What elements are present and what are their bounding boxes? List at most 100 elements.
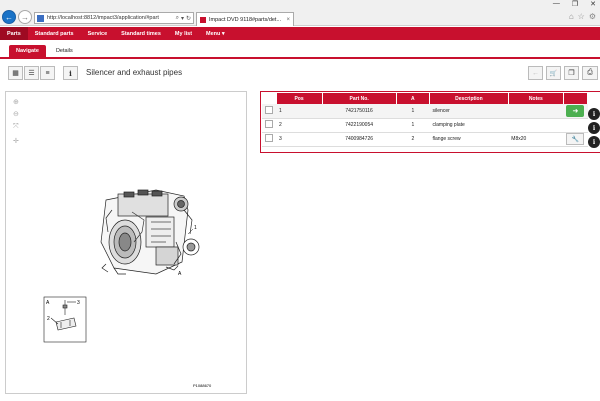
header-part-no[interactable]: Part No. [322, 93, 397, 104]
url-text[interactable]: http://localhost:8812/impact3/applicatio… [47, 15, 174, 21]
select-column-header [262, 93, 277, 104]
info-icon: i [69, 68, 72, 78]
refresh-icon[interactable]: ↻ [186, 15, 191, 22]
tab-favicon-icon [200, 16, 206, 23]
exploded-view-drawing: 1 A A 3 2 P1088670 [43, 189, 212, 388]
table-row[interactable]: 3 7400984726 2 flange screw M8x20 🔧 [262, 132, 588, 147]
cell-a: 2 [396, 132, 430, 147]
callout-a-label[interactable]: A [178, 271, 182, 277]
back-button[interactable]: ← [2, 10, 16, 24]
wrench-icon: 🔧 [571, 136, 580, 143]
cell-description: silencer [429, 104, 509, 119]
row-checkbox-cell [262, 104, 276, 119]
nav-standard-parts[interactable]: Standard parts [28, 27, 81, 40]
cell-notes [508, 104, 564, 119]
header-pos[interactable]: Pos [276, 93, 323, 104]
nav-menu[interactable]: Menu ▾ [199, 27, 232, 40]
detail-3-label[interactable]: 3 [77, 300, 80, 306]
tab-navigate[interactable]: Navigate [9, 45, 46, 57]
detail-2-label[interactable]: 2 [47, 316, 50, 322]
cell-notes [508, 118, 564, 133]
previous-button[interactable]: ← [528, 66, 543, 80]
page-icon [37, 14, 44, 22]
home-icon[interactable]: ⌂ [569, 12, 574, 21]
print-button[interactable]: ⎙ [582, 66, 598, 80]
nav-parts[interactable]: Parts [0, 27, 28, 40]
toolbar: ▦ ☰ ≡ i Silencer and exhaust pipes ← 🛒 ❐… [0, 61, 600, 85]
nav-standard-times[interactable]: Standard times [114, 27, 168, 40]
rows-icon: ≡ [45, 69, 50, 77]
row-checkbox[interactable] [265, 105, 273, 114]
main-navigation: Parts Standard parts Service Standard ti… [0, 27, 600, 40]
close-window-button[interactable]: ✕ [590, 0, 596, 10]
browser-chrome: — ❐ ✕ ← → http://localhost:8812/impact3/… [0, 0, 600, 26]
nav-service[interactable]: Service [81, 27, 115, 40]
parts-table: Pos Part No. A Description Notes 1 74217… [262, 93, 589, 147]
list-view-button[interactable]: ☰ [24, 66, 39, 80]
cell-description: flange screw [429, 132, 509, 147]
table-row[interactable]: 2 7422190054 1 clamping plate [262, 118, 588, 133]
cell-action: 🔧 [563, 132, 588, 147]
minimize-button[interactable]: — [553, 0, 560, 10]
info-button[interactable]: i [63, 66, 78, 80]
row-info-button[interactable]: i [588, 108, 600, 120]
browser-tab[interactable]: Impact DVD 9118#parts/det... × [196, 12, 294, 26]
page-title: Silencer and exhaust pipes [86, 68, 183, 77]
table-row[interactable]: 1 7421750116 1 silencer ➜ [262, 104, 588, 119]
cell-part-no[interactable]: 7400984726 [322, 132, 397, 147]
cell-pos: 3 [276, 132, 323, 147]
dropdown-icon[interactable]: ▾ [181, 15, 184, 22]
cell-action: ➜ [563, 104, 588, 119]
row-checkbox-cell [262, 132, 276, 147]
cell-description: clamping plate [429, 118, 509, 133]
cell-part-no[interactable]: 7421750116 [322, 104, 397, 119]
favorites-icon[interactable]: ☆ [578, 12, 585, 21]
callout-1-label[interactable]: 1 [194, 225, 197, 231]
cart-icon: 🛒 [549, 70, 558, 77]
arrow-right-icon: ➜ [572, 107, 579, 115]
row-checkbox[interactable] [265, 120, 273, 128]
nav-my-list[interactable]: My list [168, 27, 199, 40]
window-controls: — ❐ ✕ [553, 0, 596, 10]
illustration-pane[interactable]: ⊕ ⊖ ⤧ ✛ 1 A A 3 2 P1088670 [5, 91, 247, 394]
row-checkbox-cell [262, 118, 276, 133]
browser-toolbar-icons: ⌂ ☆ ⚙ [569, 12, 596, 21]
address-bar[interactable]: http://localhost:8812/impact3/applicatio… [34, 12, 194, 24]
actions-column-header [563, 93, 589, 104]
list-icon: ☰ [28, 70, 35, 77]
row-checkbox[interactable] [265, 134, 273, 142]
header-notes[interactable]: Notes [508, 93, 564, 104]
copy-icon: ❐ [568, 70, 575, 77]
search-icon[interactable]: ⌕ [176, 15, 179, 22]
tool-button[interactable]: 🔧 [566, 133, 585, 145]
info-icon: i [592, 124, 596, 132]
drawing-id: P1088670 [193, 383, 212, 388]
info-icon: i [592, 138, 596, 146]
grid-icon: ▦ [12, 70, 19, 77]
cell-part-no[interactable]: 7422190054 [322, 118, 397, 133]
row-info-button[interactable]: i [588, 136, 600, 148]
forward-button[interactable]: → [18, 10, 32, 24]
cell-a: 1 [396, 104, 430, 119]
restore-button[interactable]: ❐ [572, 0, 578, 10]
grid-view-button[interactable]: ▦ [8, 66, 23, 80]
cell-a: 1 [396, 118, 430, 133]
header-a[interactable]: A [396, 93, 431, 104]
tab-details[interactable]: Details [49, 45, 80, 57]
row-info-button[interactable]: i [588, 122, 600, 134]
close-tab-icon[interactable]: × [286, 17, 290, 23]
arrow-left-icon: ← [532, 69, 539, 77]
cell-pos: 2 [276, 118, 323, 133]
info-icon: i [592, 110, 596, 118]
rows-view-button[interactable]: ≡ [40, 66, 55, 80]
header-description[interactable]: Description [429, 93, 509, 104]
copy-button[interactable]: ❐ [564, 66, 579, 80]
cell-pos: 1 [276, 104, 323, 119]
settings-icon[interactable]: ⚙ [589, 12, 596, 21]
tab-title[interactable]: Impact DVD 9118#parts/det... [209, 17, 286, 23]
add-to-cart-button[interactable]: 🛒 [546, 66, 561, 80]
print-icon: ⎙ [587, 69, 593, 76]
sub-tabs: Navigate Details [0, 42, 600, 59]
go-to-part-button[interactable]: ➜ [566, 104, 585, 117]
cell-action [563, 118, 588, 133]
